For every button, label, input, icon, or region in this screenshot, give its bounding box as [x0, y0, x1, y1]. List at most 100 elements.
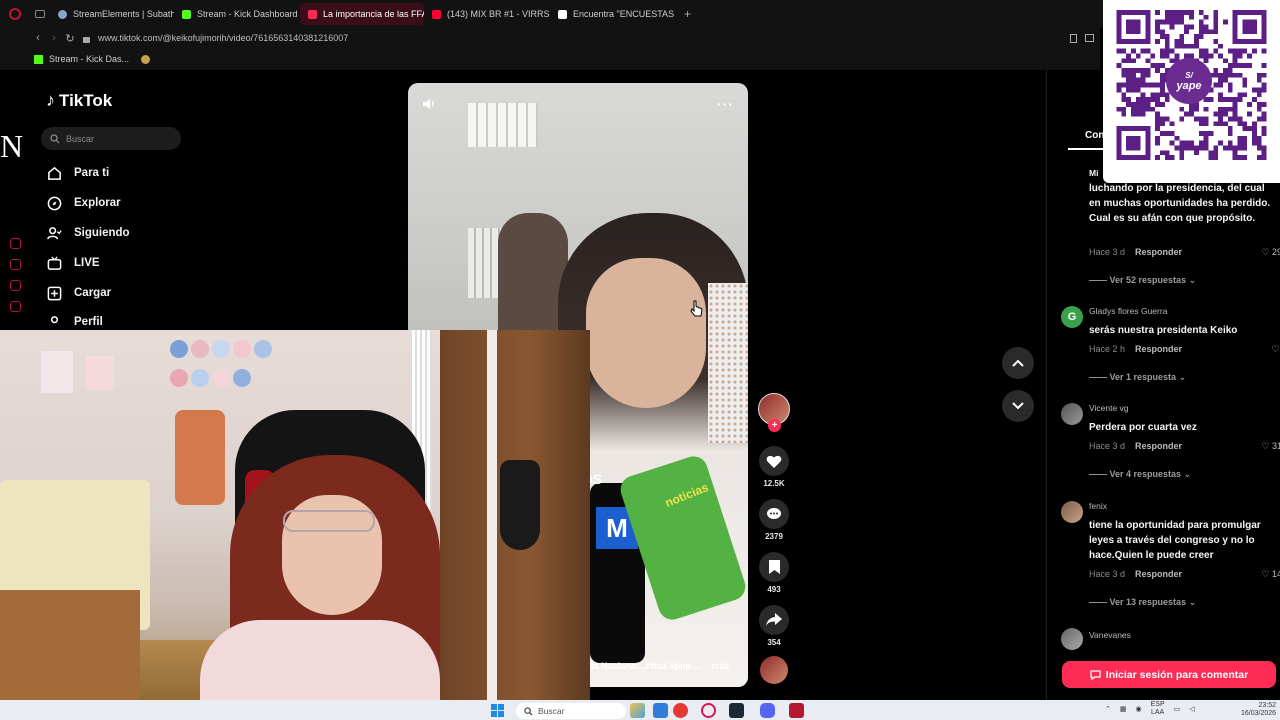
tab-islands-button[interactable] — [30, 10, 50, 18]
next-video-button[interactable] — [1002, 390, 1034, 422]
tab-tiktok-active[interactable]: La importancia de las FFA — [300, 3, 424, 25]
reload-button[interactable]: ↻ — [62, 30, 78, 46]
tab-tiktok-search[interactable]: Encuentra "ENCUESTAS P — [550, 3, 676, 25]
view-replies-button[interactable]: —— Ver 52 respuestas ⌄ — [1089, 275, 1196, 286]
comment-text: serás nuestra presidenta Keiko — [1089, 325, 1238, 336]
music-player-icon[interactable] — [9, 259, 21, 270]
nav-live[interactable]: LIVE — [46, 255, 100, 271]
network-icon[interactable]: ▦ — [1120, 705, 1127, 713]
obs-icon[interactable] — [789, 703, 804, 718]
comment-button[interactable]: 2379 — [759, 499, 789, 541]
like-button[interactable]: 12.5K — [759, 446, 789, 488]
more-options-icon[interactable]: ··· — [717, 96, 734, 112]
comment-like-count: 141 — [1271, 569, 1280, 579]
tab-kick-dashboard[interactable]: Stream - Kick Dashboard — [174, 3, 300, 25]
display-icon[interactable]: ▭ — [1174, 705, 1181, 713]
language-indicator[interactable]: ESP LAA — [1151, 701, 1165, 717]
yape-logo-badge: S/ yape — [1166, 58, 1212, 104]
file-explorer-icon[interactable] — [653, 703, 668, 718]
comment-avatar[interactable] — [1061, 501, 1083, 523]
search-input[interactable]: Buscar — [41, 127, 181, 150]
comment-user[interactable]: Mi — [1089, 168, 1098, 178]
reply-button[interactable]: Responder — [1135, 344, 1182, 355]
nav-cargar[interactable]: Cargar — [46, 285, 111, 301]
reply-button[interactable]: Responder — [1135, 441, 1182, 452]
comment-meta: Hace 3 d Responder ♡ 141 — [1089, 569, 1280, 580]
tab-youtube[interactable]: (143) MIX BR #1 - VIRRS — [424, 3, 550, 25]
bookmark-kick-dashboard[interactable]: Stream - Kick Das... — [49, 54, 129, 64]
taskbar-clock[interactable]: 23:52 16/03/2026 — [1241, 702, 1276, 718]
gx-corner-icon[interactable] — [9, 238, 21, 249]
bookmark-icon[interactable] — [1070, 33, 1077, 43]
comment-time: Hace 3 d — [1089, 569, 1126, 579]
door-frame — [487, 330, 497, 708]
comment-bubble-icon — [1090, 670, 1101, 680]
share-button[interactable]: 354 — [759, 605, 789, 647]
volume-icon[interactable]: ◁ — [1189, 705, 1194, 713]
opera-icon — [9, 8, 21, 20]
twitch-icon[interactable] — [9, 280, 21, 291]
previous-video-button[interactable] — [1002, 347, 1034, 379]
comment-like-button[interactable]: ♡ 290 — [1261, 247, 1280, 258]
nav-siguiendo[interactable]: Siguiendo — [46, 225, 130, 241]
reply-button[interactable]: Responder — [1135, 569, 1182, 580]
url-field[interactable]: www.tiktok.com/@keikofujimorih/video/761… — [98, 33, 348, 43]
start-button[interactable] — [491, 704, 504, 717]
login-to-comment-button[interactable]: Iniciar sesión para comentar — [1062, 661, 1276, 688]
comment-like-button[interactable]: ♡ 2 — [1271, 344, 1280, 355]
save-button[interactable]: 493 — [759, 552, 789, 594]
window-icon[interactable] — [1085, 33, 1094, 42]
mic-icon[interactable]: ◉ — [1136, 705, 1142, 713]
sound-avatar[interactable] — [760, 656, 788, 684]
opera-sidebar — [0, 70, 30, 330]
discord-icon[interactable] — [760, 703, 775, 718]
comment-like-count: 290 — [1271, 247, 1280, 257]
comment-avatar[interactable] — [1061, 628, 1083, 650]
widgets-icon[interactable] — [630, 703, 645, 718]
taskbar-search-input[interactable]: Buscar — [516, 703, 626, 719]
opera-logo[interactable] — [0, 8, 30, 20]
nav-explorar[interactable]: Explorar — [46, 195, 121, 211]
tab-streamelements[interactable]: StreamElements | Subatho — [50, 3, 174, 25]
forward-button[interactable]: › — [46, 30, 62, 46]
comment-user[interactable]: Vanevanes — [1089, 630, 1131, 640]
view-replies-button[interactable]: —— Ver 4 respuestas ⌄ — [1089, 469, 1191, 480]
tiktok-logo[interactable]: ♪ TikTok — [46, 90, 112, 111]
nav-perfil[interactable]: Perfil — [46, 314, 103, 330]
steam-icon[interactable] — [729, 703, 744, 718]
bookmarks-bar: Stream - Kick Das... — [0, 48, 1100, 70]
comment-like-button[interactable]: ♡ 141 — [1261, 569, 1280, 580]
chevron-up-icon[interactable]: ⌃ — [1105, 705, 1111, 713]
streamer-glasses — [283, 510, 375, 532]
extension-icon[interactable] — [141, 54, 151, 64]
caption-more-link[interactable]: más — [712, 661, 730, 671]
chevron-up-icon — [1012, 359, 1024, 367]
view-replies-button[interactable]: —— Ver 1 respuesta ⌄ — [1089, 372, 1186, 383]
nav-label: LIVE — [74, 257, 100, 269]
comment-avatar[interactable] — [1061, 403, 1083, 425]
new-tab-button[interactable]: + — [676, 3, 698, 25]
comment-user[interactable]: Gladys flores Guerra — [1089, 306, 1167, 316]
reply-button[interactable]: Responder — [1135, 247, 1182, 258]
comment-meta: Hace 3 d Responder ♡ 290 — [1089, 247, 1280, 258]
caption-text: da Nacional...#ffaa #pnp ... — [588, 661, 702, 671]
share-count: 354 — [767, 638, 781, 647]
crowd-background — [708, 283, 748, 443]
back-button[interactable]: ‹ — [30, 30, 46, 46]
comment-user[interactable]: Vicente vg — [1089, 403, 1129, 413]
nav-para-ti[interactable]: Para ti — [46, 165, 109, 181]
view-replies-button[interactable]: —— Ver 13 respuestas ⌄ — [1089, 597, 1196, 608]
volume-icon[interactable] — [422, 97, 436, 111]
tab-label: Stream - Kick Dashboard — [197, 9, 298, 19]
comment-like-button[interactable]: ♡ 315 — [1261, 441, 1280, 452]
tab-comments[interactable]: Con — [1085, 130, 1104, 141]
messenger-icon[interactable] — [9, 301, 21, 312]
video-caption[interactable]: da Nacional...#ffaa #pnp ... más — [588, 661, 730, 671]
app-icon[interactable] — [673, 703, 688, 718]
comment-avatar[interactable]: G — [1061, 306, 1083, 328]
follow-plus-icon[interactable]: + — [768, 419, 781, 432]
heart-icon — [759, 446, 789, 476]
site-info-button[interactable] — [78, 30, 94, 46]
comment-user[interactable]: fenix — [1089, 501, 1107, 511]
opera-gx-taskbar-icon[interactable] — [701, 703, 716, 718]
